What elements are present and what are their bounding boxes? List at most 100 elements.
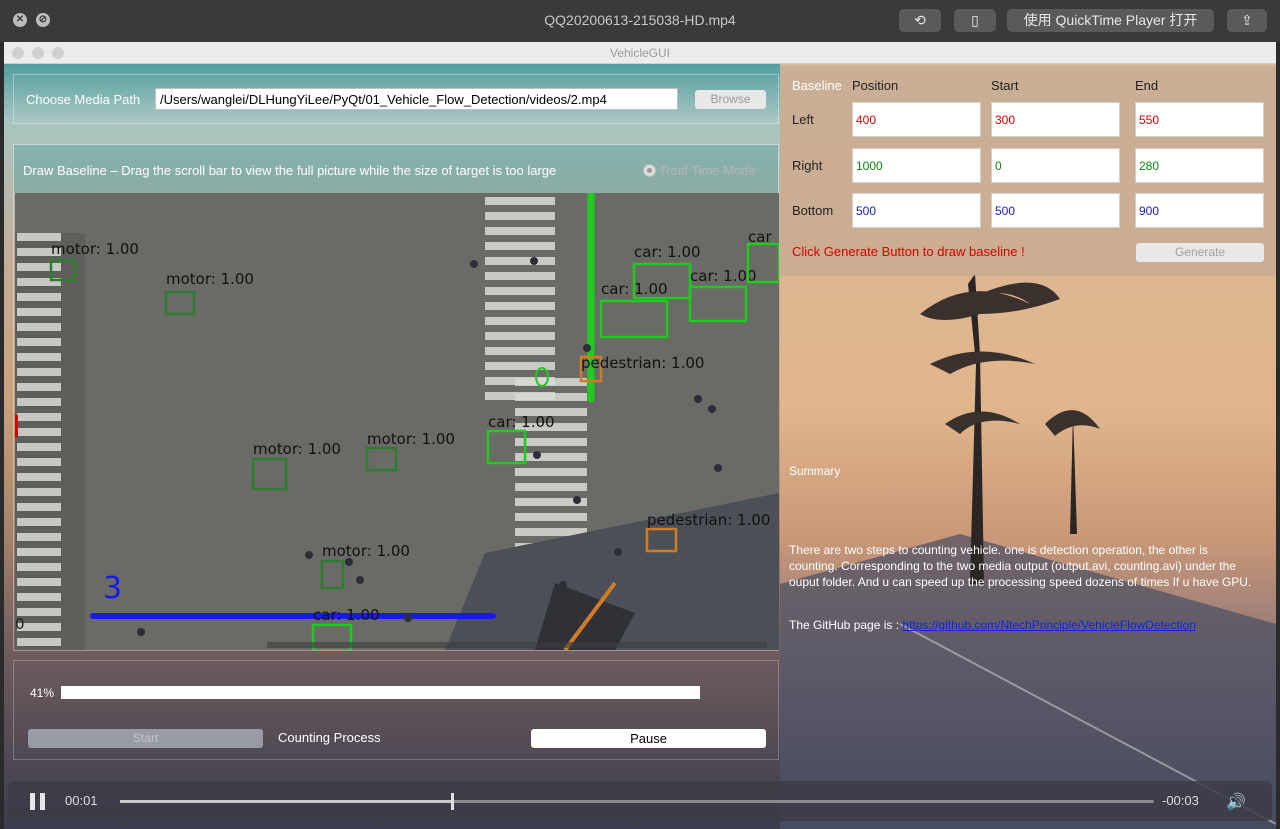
bottom-start-input[interactable]: [991, 193, 1120, 228]
row-label-bottom: Bottom: [792, 203, 834, 218]
scrubber-knob[interactable]: [450, 793, 454, 810]
right-start-input[interactable]: [991, 148, 1120, 183]
crosswalk-stripe: [17, 383, 61, 391]
end-header: End: [1135, 78, 1159, 93]
draw-baseline-group: Draw Baseline – Drag the scroll bar to v…: [13, 144, 779, 651]
bottom-position-input[interactable]: [852, 193, 981, 228]
quicktime-titlebar: ✕ ⊘ QQ20200613-215038-HD.mp4 ⟲ ▯ 使用 Quic…: [0, 0, 1280, 42]
share-icon[interactable]: ⇪: [1227, 9, 1267, 32]
pedestrian-dot: [356, 576, 364, 584]
window-title: VehicleGUI: [609, 46, 671, 60]
crosswalk-stripe: [17, 338, 61, 346]
baseline-panel: Baseline Position Start End Left Right B…: [780, 66, 1276, 276]
media-path-label: Choose Media Path: [26, 92, 141, 107]
draw-baseline-label: Draw Baseline – Drag the scroll bar to v…: [23, 163, 557, 178]
right-position-input[interactable]: [852, 148, 981, 183]
crosswalk-stripe: [17, 473, 61, 481]
crosswalk-stripe: [485, 197, 555, 205]
crosswalk-stripe: [17, 548, 61, 556]
crosswalk-stripe: [485, 287, 555, 295]
crosswalk-stripe: [17, 428, 61, 436]
pedestrian-dot: [694, 395, 702, 403]
detection-label: car: 1.00: [690, 267, 757, 285]
crosswalk-stripe: [17, 368, 61, 376]
crosswalk-stripe: [17, 413, 61, 421]
crosswalk-stripe: [515, 393, 587, 401]
playback-controls: 00:01 -00:03 🔊: [8, 781, 1272, 821]
pedestrian-dot: [714, 464, 722, 472]
detection-label: pedestrian: 1.00: [647, 511, 770, 529]
real-time-mode-label: Real Time Mode: [661, 163, 756, 178]
rotate-button[interactable]: ⟲: [899, 9, 941, 32]
crosswalk-stripe: [485, 332, 555, 340]
generate-button[interactable]: Generate: [1136, 243, 1264, 262]
crosswalk-stripe: [485, 227, 555, 235]
browse-button[interactable]: Browse: [695, 90, 766, 109]
pause-icon[interactable]: [30, 793, 46, 810]
left-position-input[interactable]: [852, 102, 981, 137]
media-path-input[interactable]: [155, 88, 678, 110]
volume-icon[interactable]: 🔊: [1226, 792, 1254, 811]
progress-group: 41% Start Counting Process Pause: [13, 660, 779, 760]
crosswalk-stripe: [17, 638, 61, 646]
detection-label: motor: 1.00: [367, 430, 455, 448]
detection-label: motor: 1.00: [166, 270, 254, 288]
crosswalk-stripe: [17, 353, 61, 361]
detection-label: car: 1.00: [488, 413, 555, 431]
generate-hint: Click Generate Button to draw baseline !: [792, 244, 1025, 259]
crosswalk-stripe: [17, 578, 61, 586]
left-start-input[interactable]: [991, 102, 1120, 137]
crosswalk-stripe: [17, 518, 61, 526]
window-titlebar: VehicleGUI: [4, 42, 1276, 64]
crosswalk-stripe: [485, 317, 555, 325]
crosswalk-stripe: [515, 513, 587, 521]
pedestrian-dot: [559, 581, 567, 589]
start-header: Start: [991, 78, 1019, 93]
position-header: Position: [852, 78, 899, 93]
video-frame[interactable]: 3 0 motor: 1.00 motor: 1.00 car: 1.00 car: …: [15, 193, 779, 650]
crosswalk-stripe: [485, 302, 555, 310]
detection-label: car: 1.00: [601, 280, 668, 298]
open-with-quicktime-button[interactable]: 使用 QuickTime Player 打开: [1007, 9, 1214, 32]
pause-button[interactable]: Pause: [531, 729, 766, 748]
crosswalk-stripe: [17, 443, 61, 451]
crosswalk-stripe: [17, 263, 61, 271]
right-end-input[interactable]: [1135, 148, 1264, 183]
pedestrian-dot: [530, 257, 538, 265]
left-end-input[interactable]: [1135, 102, 1264, 137]
pedestrian-dot: [533, 451, 541, 459]
detection-label: motor: 1.00: [51, 240, 139, 258]
crosswalk-stripe: [17, 308, 61, 316]
pedestrian-dot: [573, 496, 581, 504]
crosswalk-stripe: [17, 293, 61, 301]
draw-baseline-header: Draw Baseline – Drag the scroll bar to v…: [14, 145, 778, 193]
start-button[interactable]: Start: [28, 729, 263, 748]
github-line: The GitHub page is : https://github.com/…: [789, 617, 1259, 633]
vehicle-gui-window: VehicleGUI Choose Media Path /Users/wang…: [4, 42, 1276, 829]
crosswalk-stripe: [515, 468, 587, 476]
pedestrian-dot: [345, 558, 353, 566]
vehicle-count: 3: [103, 571, 122, 606]
bottom-end-input[interactable]: [1135, 193, 1264, 228]
crosswalk-stripe: [17, 398, 61, 406]
crosswalk-stripe: [17, 593, 61, 601]
detection-label: car: 1.00: [634, 243, 701, 261]
github-prefix: The GitHub page is :: [789, 618, 903, 632]
progress-percent: 41%: [30, 686, 55, 700]
crosswalk-stripe: [17, 488, 61, 496]
crosswalk-stripe: [515, 483, 587, 491]
scrubber[interactable]: [120, 793, 1154, 810]
trim-button[interactable]: ▯: [954, 9, 996, 32]
media-path-group: Choose Media Path Browse: [13, 74, 779, 124]
baseline-header: Baseline: [792, 78, 842, 93]
github-link[interactable]: https://github.com/NtechPrinciple/Vehicl…: [902, 618, 1195, 632]
detection-label: pedestrian: 1.00: [581, 354, 704, 372]
real-time-mode-radio[interactable]: [643, 164, 656, 177]
row-label-left: Left: [792, 112, 814, 127]
crosswalk-stripe: [485, 347, 555, 355]
scrubber-fill: [120, 800, 451, 803]
pedestrian-dot: [583, 344, 591, 352]
crosswalk-stripe: [17, 458, 61, 466]
pedestrian-dot: [708, 405, 716, 413]
crosswalk-stripe: [515, 378, 587, 386]
